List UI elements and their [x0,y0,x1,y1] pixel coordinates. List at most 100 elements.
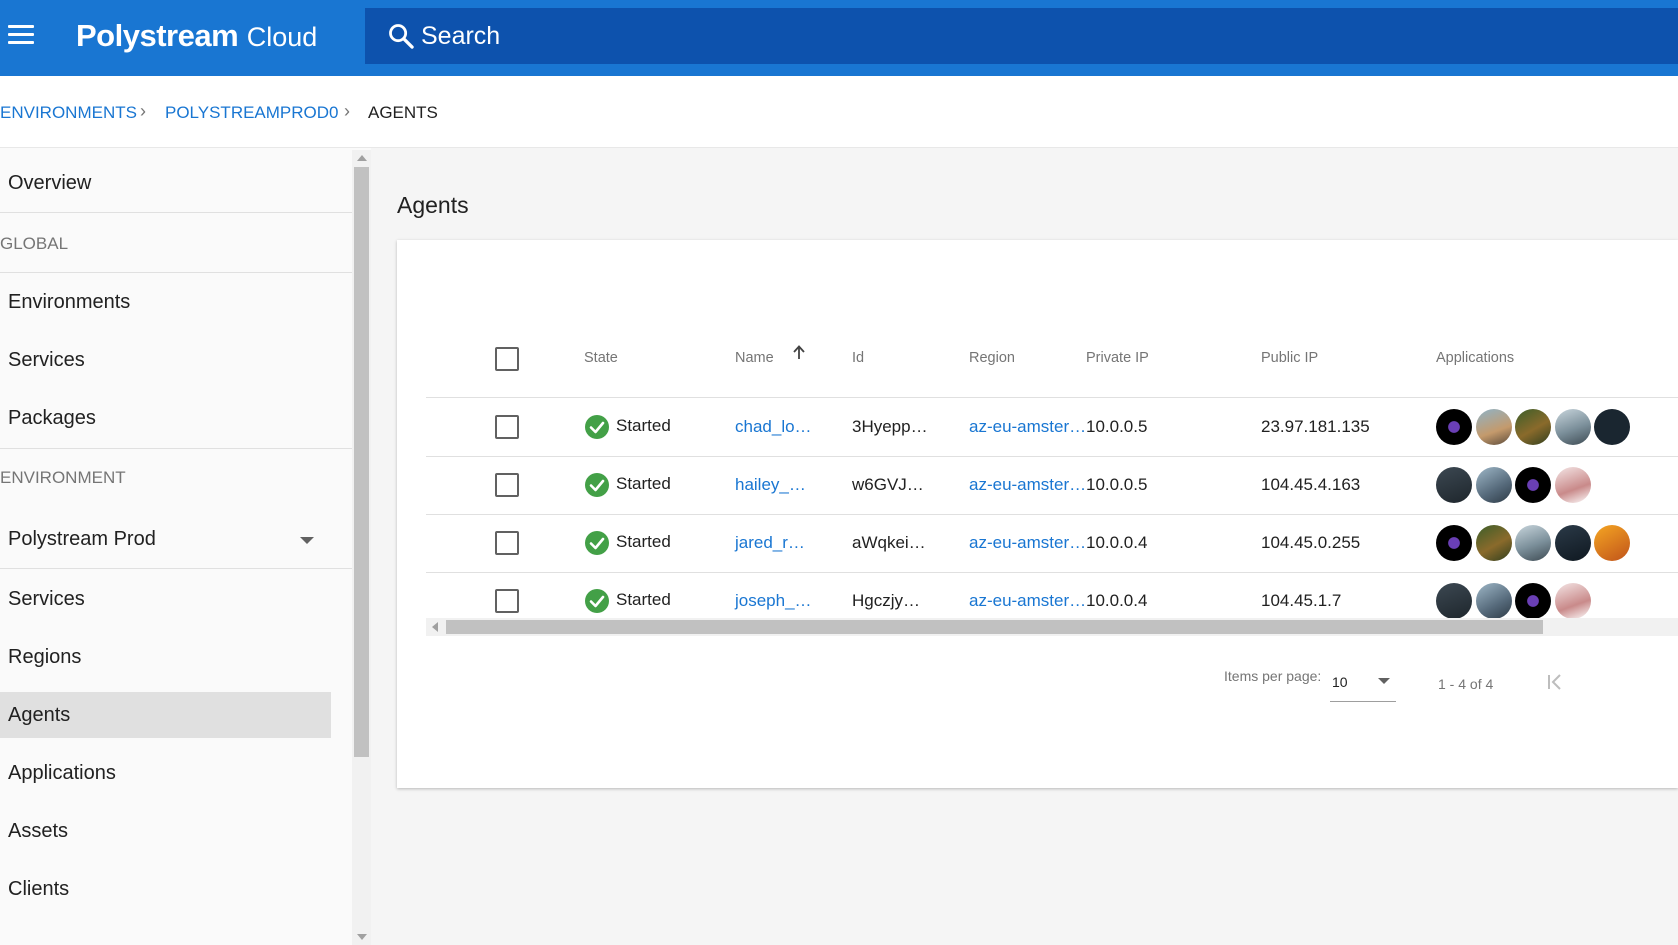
items-per-page-value: 10 [1332,674,1348,690]
scroll-left-icon[interactable] [432,622,438,632]
breadcrumb-environment[interactable]: POLYSTREAMPROD0 [165,103,339,123]
game-thumb-vbs3-icon[interactable] [1436,467,1472,503]
breadcrumb-environments[interactable]: ENVIRONMENTS [0,103,137,123]
row-checkbox[interactable] [495,589,519,613]
game-thumb-hunter-icon[interactable] [1475,409,1512,445]
sidebar-item-environments[interactable]: Environments [0,279,352,325]
scrollbar-thumb[interactable] [446,620,1543,634]
sidebar-item-overview[interactable]: Overview [0,160,352,206]
scrollbar-thumb[interactable] [354,167,369,757]
agents-table-card: State Name Id Region Private IP Public I… [397,240,1678,788]
first-page-icon[interactable] [1543,670,1567,694]
chevron-right-icon: › [140,101,146,121]
search-placeholder: Search [421,22,501,50]
breadcrumb: ENVIRONMENTS › POLYSTREAMPROD0 › AGENTS [0,76,1678,148]
environment-select[interactable]: Polystream Prod [0,510,330,568]
agent-name-link[interactable]: jared_r… [735,533,805,553]
check-circle-icon [585,589,609,613]
select-all-checkbox[interactable] [495,347,519,371]
game-thumb-football-icon[interactable] [1554,467,1591,503]
divider [0,212,352,213]
agent-state: Started [616,474,671,493]
divider [426,572,1678,573]
sidebar: Overview GLOBAL Environments Services Pa… [0,150,352,945]
row-checkbox[interactable] [495,415,519,439]
breadcrumb-current: AGENTS [368,103,438,122]
environment-select-value: Polystream Prod [8,528,156,550]
divider [0,568,352,569]
steam-icon[interactable] [1436,409,1472,445]
divider [0,448,352,449]
agent-region-link[interactable]: az-eu-amster… [969,533,1086,553]
items-per-page-select[interactable]: 10 [1330,662,1396,702]
game-thumb-jungle-icon[interactable] [1475,525,1512,561]
sidebar-item-packages[interactable]: Packages [0,395,352,441]
column-header-region[interactable]: Region [969,350,1015,366]
steam-icon[interactable] [1436,525,1472,561]
agent-private-ip: 10.0.0.4 [1086,533,1148,552]
check-circle-icon [585,473,609,497]
app-logo[interactable]: Polystream Cloud [76,18,317,54]
game-thumb-mountain-icon[interactable] [1554,409,1591,445]
agent-id: 3Hyepp… [852,417,928,436]
divider [426,514,1678,515]
dropdown-arrow-icon [300,537,314,544]
column-header-applications[interactable]: Applications [1436,350,1514,366]
sidebar-item-global-services[interactable]: Services [0,337,352,383]
scroll-up-icon[interactable] [357,155,367,161]
game-thumb-aircraft-icon[interactable] [1475,467,1512,503]
game-thumb-mountain-icon[interactable] [1515,525,1551,561]
game-thumb-football-icon[interactable] [1554,583,1591,619]
check-circle-icon [585,531,609,555]
agent-state: Started [616,590,671,609]
game-thumb-portal2-icon[interactable] [1554,525,1591,561]
sort-ascending-icon[interactable] [792,344,806,360]
page-title: Agents [397,192,469,218]
agent-private-ip: 10.0.0.5 [1086,417,1148,436]
items-per-page-label: Items per page: [1224,668,1322,684]
agent-name-link[interactable]: chad_lo… [735,417,812,437]
agent-public-ip: 104.45.4.163 [1261,475,1361,494]
game-thumb-portal-icon[interactable] [1594,409,1630,445]
search-input[interactable]: Search [365,8,1678,64]
game-thumb-aircraft-icon[interactable] [1475,583,1512,619]
agent-id: Hgczjy… [852,591,921,610]
game-thumb-jungle-icon[interactable] [1515,409,1551,445]
game-thumb-vbs3-icon[interactable] [1436,583,1472,619]
agent-public-ip: 104.45.0.255 [1261,533,1361,552]
sidebar-scrollbar[interactable] [352,150,371,945]
agent-name-link[interactable]: joseph_… [735,591,812,611]
steam-icon[interactable] [1515,467,1551,503]
sidebar-item-clients[interactable]: Clients [0,866,352,912]
sidebar-item-services[interactable]: Services [0,576,352,622]
chevron-right-icon: › [344,101,350,121]
steam-icon[interactable] [1515,583,1551,619]
divider [0,272,352,273]
scroll-down-icon[interactable] [357,934,367,940]
agent-region-link[interactable]: az-eu-amster… [969,417,1086,437]
search-icon [389,24,414,49]
column-header-private-ip[interactable]: Private IP [1086,350,1149,366]
agent-state: Started [616,416,671,435]
check-circle-icon [585,415,609,439]
column-header-public-ip[interactable]: Public IP [1261,350,1318,366]
row-checkbox[interactable] [495,531,519,555]
game-thumb-orange-icon[interactable] [1594,525,1630,561]
agent-public-ip: 104.45.1.7 [1261,591,1342,610]
sidebar-item-regions[interactable]: Regions [0,634,352,680]
row-checkbox[interactable] [495,473,519,497]
menu-icon[interactable] [8,25,34,47]
agent-state: Started [616,532,671,551]
column-header-name[interactable]: Name [735,350,774,366]
agent-region-link[interactable]: az-eu-amster… [969,591,1086,611]
sidebar-item-applications[interactable]: Applications [0,750,352,796]
table-horizontal-scrollbar[interactable] [426,618,1678,636]
agent-private-ip: 10.0.0.4 [1086,591,1148,610]
sidebar-item-assets[interactable]: Assets [0,808,352,854]
column-header-id[interactable]: Id [852,350,864,366]
sidebar-item-agents[interactable]: Agents [0,692,331,738]
agent-region-link[interactable]: az-eu-amster… [969,475,1086,495]
agent-name-link[interactable]: hailey_… [735,475,806,495]
divider [426,456,1678,457]
column-header-state[interactable]: State [584,350,618,366]
